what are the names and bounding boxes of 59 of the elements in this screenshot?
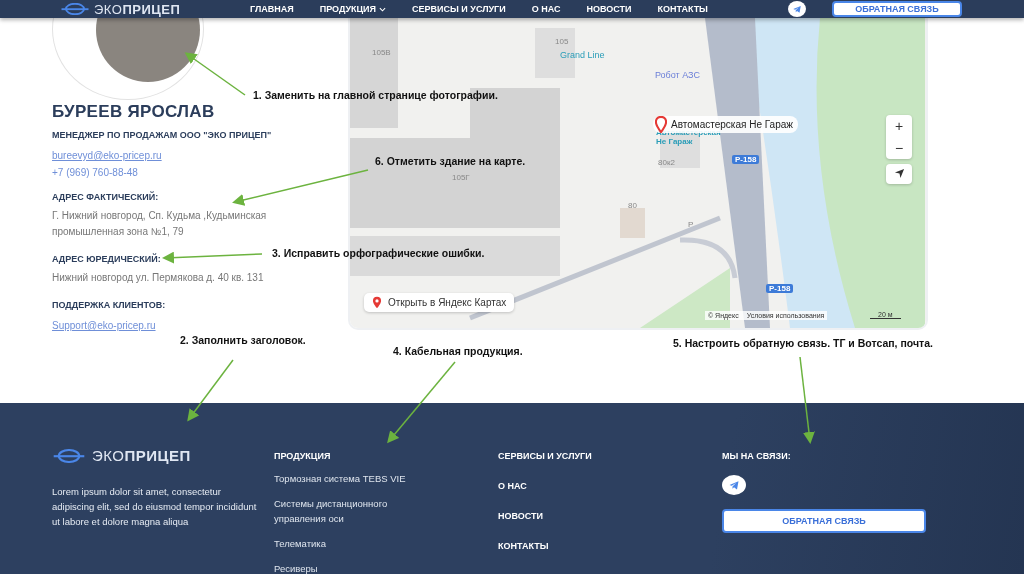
annotation-label: 1. Заменить на главной странице фотографии.	[253, 89, 498, 101]
section-heading: АДРЕС ЮРЕДИЧЕСКИЙ:	[52, 254, 161, 264]
annotation-arrow	[187, 359, 234, 422]
map-label: 80к2	[658, 158, 675, 167]
map-label: 105Г	[452, 173, 470, 182]
annotation-label: 2. Заполнить заголовок.	[180, 334, 306, 346]
map-label: Робот АЗС	[655, 70, 700, 80]
telegram-icon[interactable]	[722, 475, 746, 495]
map-label: Grand Line	[560, 50, 605, 60]
arrow-icon	[893, 167, 905, 179]
job-title: МЕНЕДЖЕР ПО ПРОДАЖАМ ООО "ЭКО ПРИЦЕП"	[52, 130, 273, 140]
annotation-label: 3. Исправить орфографические ошибки.	[272, 247, 485, 259]
annotation-arrow	[184, 52, 246, 96]
person-name: БУРЕЕВ ЯРОСЛАВ	[52, 102, 216, 122]
telegram-icon[interactable]	[787, 1, 806, 17]
open-in-maps-button[interactable]: Открыть в Яндекс Картах	[364, 293, 515, 312]
road-sign: Р-158	[732, 155, 760, 164]
map-marker-callout[interactable]: Автомастерская Не Гараж	[653, 116, 798, 133]
footer-link[interactable]: Тормозная система TEBS VIE	[274, 471, 424, 486]
logo-text[interactable]: ЭКОПРИЦЕП	[92, 447, 191, 464]
logo-icon	[52, 448, 86, 463]
footer-link[interactable]: НОВОСТИ	[498, 511, 722, 521]
nav-link[interactable]: ПРОДУКЦИЯ	[319, 4, 387, 14]
annotation-label: 6. Отметить здание на карте.	[375, 155, 526, 167]
footer-link[interactable]: О НАС	[498, 481, 722, 491]
nav-link[interactable]: О НАС	[531, 4, 561, 14]
nav-link[interactable]: СЕРВИСЫ И УСЛУГИ	[412, 4, 506, 14]
footer-link[interactable]: Системы дистанционного управления оси	[274, 496, 424, 526]
logo-icon	[60, 3, 90, 15]
footer-description: Lorem ipsum dolor sit amet, consectetur adipiscing elit, sed do eiusmod tempor incididunt ut labore et dolore magna aliqua	[52, 485, 257, 529]
map-marker-label: Автомастерская Не Гараж	[671, 119, 793, 130]
section-heading: ПОДДЕРЖКА КЛИЕНТОВ:	[52, 300, 166, 310]
nav-link[interactable]: НОВОСТИ	[586, 4, 632, 14]
map-pin-icon	[372, 296, 382, 309]
nav-link[interactable]: ГЛАВНАЯ	[250, 4, 294, 14]
footer-link[interactable]: Телематика	[274, 536, 424, 551]
section-heading: АДРЕС ФАКТИЧЕСКИЙ:	[52, 192, 159, 202]
zoom-in-button[interactable]: +	[886, 115, 912, 137]
map-label: 105В	[372, 48, 391, 57]
feedback-button[interactable]: ОБРАТНАЯ СВЯЗЬ	[722, 509, 926, 533]
footer-link[interactable]: Ресиверы	[274, 561, 424, 574]
annotation-label: 4. Кабельная продукция.	[393, 345, 523, 357]
footer-link[interactable]: СЕРВИСЫ И УСЛУГИ	[498, 451, 722, 461]
map-label: Р	[688, 220, 694, 229]
locate-button[interactable]	[886, 164, 912, 184]
logo-text[interactable]: ЭКОПРИЦЕП	[94, 1, 181, 17]
address-text: Г. Нижний новгород, Сп. Кудьма ,Кудьминская промышленная зона №1, 79	[52, 209, 268, 239]
feedback-button[interactable]: ОБРАТНАЯ СВЯЗЬ	[831, 1, 962, 17]
footer-heading: МЫ НА СВЯЗИ:	[722, 451, 792, 461]
map-label: 105	[555, 37, 569, 46]
footer-link[interactable]: КОНТАКТЫ	[498, 541, 722, 551]
zoom-out-button[interactable]: −	[886, 137, 912, 159]
phone-number: +7 (969) 760-88-48	[52, 167, 139, 178]
annotation-label: 5. Настроить обратную связь. ТГ и Вотсап, почта.	[673, 337, 933, 349]
nav-link[interactable]: КОНТАКТЫ	[657, 4, 708, 14]
map-label: 80	[628, 201, 637, 210]
road-sign: Р-158	[766, 284, 794, 293]
address-text: Нижний новгород ул. Пермякова д. 40 кв. 131	[52, 271, 265, 285]
footer-heading: ПРОДУКЦИЯ	[274, 451, 332, 461]
